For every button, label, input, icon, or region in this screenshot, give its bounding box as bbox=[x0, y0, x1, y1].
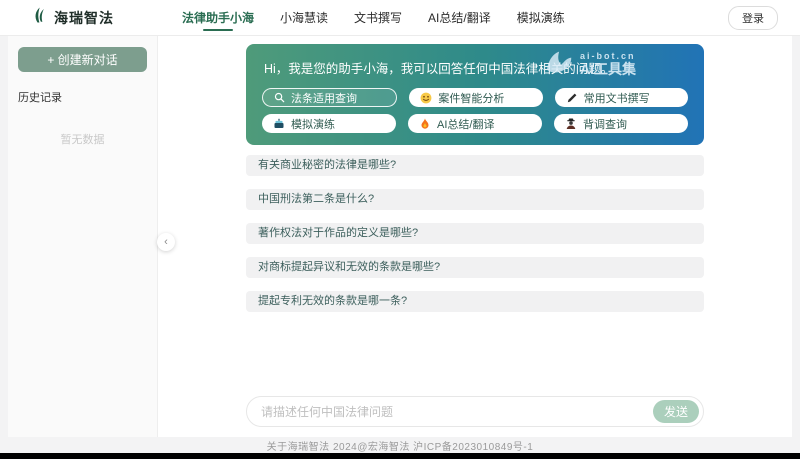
suggested-question[interactable]: 著作权法对于作品的定义是哪些? bbox=[246, 223, 704, 244]
history-empty-state: 暂无数据 bbox=[18, 131, 147, 147]
aibot-logo-icon bbox=[545, 49, 575, 80]
sidebar: + 创建新对话 历史记录 暂无数据 bbox=[8, 36, 158, 437]
watermark-name: AI工具集 bbox=[580, 62, 636, 77]
shortcut-ai-summary[interactable]: AI总结/翻译 bbox=[408, 114, 542, 133]
main-nav: 法律助手小海 小海慧读 文书撰写 AI总结/翻译 模拟演练 bbox=[182, 0, 565, 35]
suggested-question[interactable]: 有关商业秘密的法律是哪些? bbox=[246, 155, 704, 176]
shortcut-label: 案件智能分析 bbox=[438, 90, 504, 106]
chat-input[interactable] bbox=[261, 405, 653, 419]
watermark-texts: ai-bot.cn AI工具集 bbox=[580, 52, 636, 76]
nav-item-smart-reading[interactable]: 小海慧读 bbox=[280, 0, 328, 35]
footer-text: 关于海瑞智法 2024@宏海智法 沪ICP备2023010849号-1 bbox=[267, 438, 534, 453]
shortcut-mock-practice[interactable]: 模拟演练 bbox=[262, 114, 396, 133]
chevron-left-icon: ‹ bbox=[164, 236, 168, 248]
main-area: ai-bot.cn AI工具集 Hi，我是您的助手小海，我可以回答任何中国法律相… bbox=[158, 36, 792, 437]
shortcut-label: 背调查询 bbox=[583, 116, 627, 132]
top-nav-bar: 海瑞智法 法律助手小海 小海慧读 文书撰写 AI总结/翻译 模拟演练 登录 bbox=[0, 0, 800, 36]
history-label: 历史记录 bbox=[18, 89, 147, 105]
content-card: + 创建新对话 历史记录 暂无数据 ‹ ai-bot.cn AI工具集 bbox=[8, 36, 792, 437]
flame-icon bbox=[419, 118, 431, 130]
shortcut-label: 常用文书撰写 bbox=[584, 90, 650, 106]
suggested-question[interactable]: 对商标提起异议和无效的条款是哪些? bbox=[246, 257, 704, 278]
page-footer: 关于海瑞智法 2024@宏海智法 沪ICP备2023010849号-1 bbox=[0, 437, 800, 453]
shortcut-row-2: 模拟演练 AI总结/翻译 bbox=[262, 114, 688, 133]
shortcut-row-1: 法条适用查询 案件智能分析 bbox=[262, 88, 688, 107]
search-icon bbox=[274, 92, 285, 103]
pencil-icon bbox=[566, 92, 578, 104]
sidebar-collapse-button[interactable]: ‹ bbox=[157, 233, 175, 251]
watermark: ai-bot.cn AI工具集 bbox=[545, 49, 636, 80]
shortcut-label: 模拟演练 bbox=[291, 116, 335, 132]
nav-item-legal-assistant[interactable]: 法律助手小海 bbox=[182, 0, 254, 35]
spacer bbox=[246, 325, 704, 396]
brand-name: 海瑞智法 bbox=[54, 8, 114, 28]
login-button[interactable]: 登录 bbox=[728, 6, 778, 30]
nav-item-document-writing[interactable]: 文书撰写 bbox=[354, 0, 402, 35]
new-conversation-button[interactable]: + 创建新对话 bbox=[18, 47, 147, 72]
chat-input-bar: 发送 bbox=[246, 396, 704, 427]
smiley-icon bbox=[420, 92, 432, 104]
shortcut-background-check[interactable]: 背调查询 bbox=[554, 114, 688, 133]
shortcut-document-writing[interactable]: 常用文书撰写 bbox=[555, 88, 688, 107]
bottom-black-bar bbox=[0, 453, 800, 459]
shortcut-case-analysis[interactable]: 案件智能分析 bbox=[409, 88, 542, 107]
shortcut-label: 法条适用查询 bbox=[291, 90, 357, 106]
suggested-question[interactable]: 提起专利无效的条款是哪一条? bbox=[246, 291, 704, 312]
suggested-question[interactable]: 中国刑法第二条是什么? bbox=[246, 189, 704, 210]
detective-icon bbox=[565, 118, 577, 130]
content-column: ai-bot.cn AI工具集 Hi，我是您的助手小海，我可以回答任何中国法律相… bbox=[246, 36, 704, 437]
welcome-banner: ai-bot.cn AI工具集 Hi，我是您的助手小海，我可以回答任何中国法律相… bbox=[246, 44, 704, 145]
brand-leaf-icon bbox=[30, 5, 48, 30]
shortcut-label: AI总结/翻译 bbox=[437, 116, 494, 132]
nav-item-mock-practice[interactable]: 模拟演练 bbox=[517, 0, 565, 35]
shortcut-law-query[interactable]: 法条适用查询 bbox=[262, 88, 397, 107]
cake-icon bbox=[273, 118, 285, 130]
send-button[interactable]: 发送 bbox=[653, 400, 699, 423]
suggested-questions: 有关商业秘密的法律是哪些? 中国刑法第二条是什么? 著作权法对于作品的定义是哪些… bbox=[246, 155, 704, 325]
brand: 海瑞智法 bbox=[30, 5, 182, 30]
nav-item-ai-summary[interactable]: AI总结/翻译 bbox=[428, 0, 491, 35]
